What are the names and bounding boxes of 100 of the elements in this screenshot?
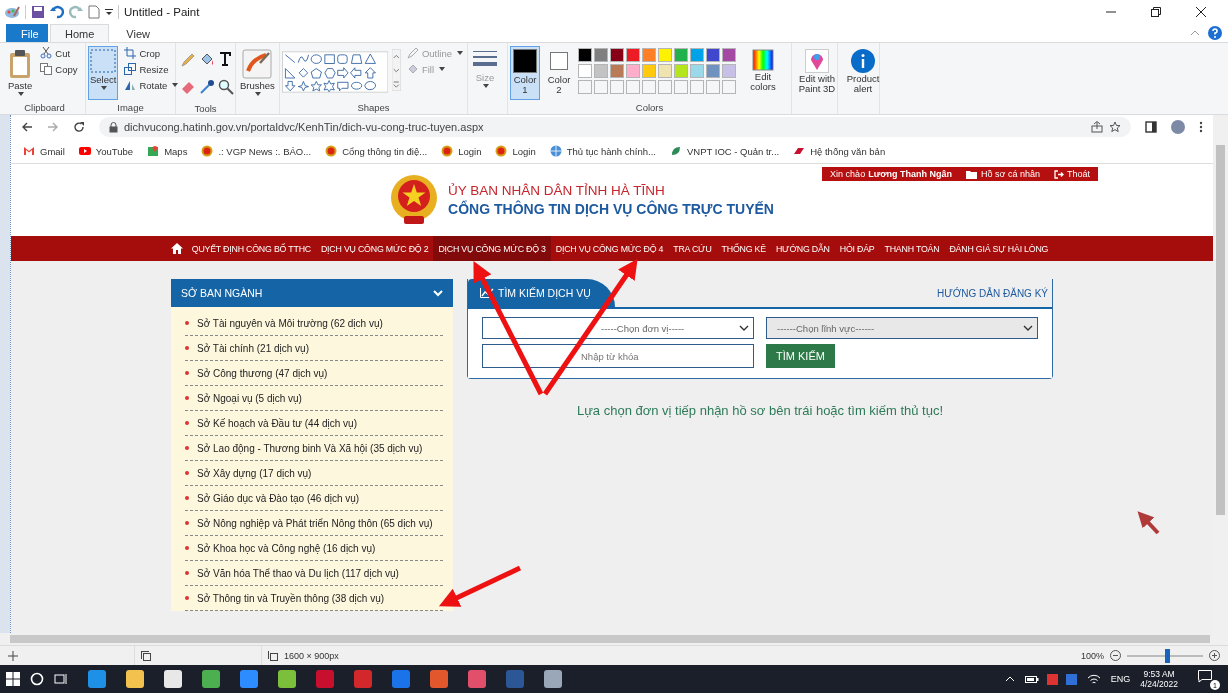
color-swatch[interactable] bbox=[674, 48, 688, 62]
text-icon[interactable] bbox=[218, 52, 232, 66]
help-icon[interactable] bbox=[1208, 26, 1222, 40]
color-2-button[interactable]: Color 2 bbox=[544, 46, 574, 100]
dropdown-icon[interactable] bbox=[105, 8, 113, 16]
bookmark[interactable]: Login bbox=[441, 145, 482, 157]
avatar-icon[interactable] bbox=[1171, 120, 1185, 134]
nav-item[interactable]: THANH TOÁN bbox=[879, 236, 945, 261]
home-icon[interactable] bbox=[170, 243, 183, 254]
empty-swatch[interactable] bbox=[642, 80, 656, 94]
department-link[interactable]: Sở Công thương (47 dịch vụ) bbox=[197, 367, 328, 379]
taskbar-app-icon[interactable] bbox=[354, 670, 372, 688]
color-1-button[interactable]: Color 1 bbox=[510, 46, 540, 100]
nav-item[interactable]: QUYẾT ĐỊNH CÔNG BỐ TTHC bbox=[186, 236, 316, 261]
tray-app-icon[interactable] bbox=[1065, 673, 1077, 685]
department-link[interactable]: Sở Giáo dục và Đào tạo (46 dịch vụ) bbox=[197, 492, 360, 504]
bookmark[interactable]: Cổng thông tin điệ... bbox=[325, 145, 428, 157]
paste-button[interactable]: Paste bbox=[6, 46, 35, 100]
color-swatch[interactable] bbox=[626, 64, 640, 78]
department-link[interactable]: Sở Ngoại vụ (5 dịch vụ) bbox=[197, 392, 302, 404]
restore-icon[interactable] bbox=[1151, 7, 1161, 17]
bookmark[interactable]: Maps bbox=[147, 145, 188, 157]
edit-colors-button[interactable]: Edit colors bbox=[740, 46, 786, 100]
vertical-scrollbar[interactable] bbox=[1213, 115, 1228, 633]
color-swatch[interactable] bbox=[642, 48, 656, 62]
bookmark[interactable]: YouTube bbox=[78, 145, 134, 157]
empty-swatch[interactable] bbox=[626, 80, 640, 94]
star-icon[interactable] bbox=[1109, 121, 1121, 133]
nav-item[interactable]: DỊCH VỤ CÔNG MỨC ĐỘ 3 bbox=[433, 236, 551, 261]
ribbon-tab[interactable]: File bbox=[6, 24, 48, 42]
edit-with-paint-3d-button[interactable]: Edit with Paint 3D bbox=[794, 46, 840, 100]
empty-swatch[interactable] bbox=[610, 80, 624, 94]
zoom-slider-thumb[interactable] bbox=[1164, 648, 1170, 663]
ribbon-tab[interactable]: View bbox=[111, 24, 165, 42]
nav-item[interactable]: TRA CỨU bbox=[668, 236, 717, 261]
sidebar-header[interactable]: SỞ BAN NGÀNH bbox=[171, 279, 453, 307]
horizontal-scrollbar[interactable] bbox=[0, 633, 1228, 645]
color-swatch[interactable] bbox=[674, 64, 688, 78]
bookmark[interactable]: Thủ tục hành chính... bbox=[549, 145, 656, 157]
color-swatch[interactable] bbox=[626, 48, 640, 62]
reload-icon[interactable] bbox=[73, 121, 85, 133]
bookmark[interactable]: Hệ thống văn bản bbox=[793, 145, 886, 157]
color-swatch[interactable] bbox=[706, 48, 720, 62]
resize-button[interactable]: Resize bbox=[122, 62, 181, 76]
zoom-out-icon[interactable] bbox=[1110, 650, 1121, 661]
logout-link[interactable]: Thoát bbox=[1054, 169, 1090, 179]
close-icon[interactable] bbox=[1196, 7, 1206, 17]
zoom-in-icon[interactable] bbox=[1209, 650, 1220, 661]
wifi-icon[interactable] bbox=[1086, 673, 1101, 685]
taskbar-app-icon[interactable] bbox=[126, 670, 144, 688]
cut-button[interactable]: Cut bbox=[38, 46, 80, 60]
department-link[interactable]: Sở Tài chính (21 dịch vụ) bbox=[197, 342, 309, 354]
taskbar-app-icon[interactable] bbox=[506, 670, 524, 688]
empty-swatch[interactable] bbox=[658, 80, 672, 94]
department-link[interactable]: Sở Khoa học và Công nghệ (16 dịch vụ) bbox=[197, 542, 376, 554]
clock[interactable]: 9:53 AM 4/24/2022 bbox=[1140, 669, 1178, 689]
chevron-up-icon[interactable] bbox=[1004, 676, 1015, 682]
product-alert-button[interactable]: Product alert bbox=[840, 46, 886, 100]
taskbar-app-icon[interactable] bbox=[164, 670, 182, 688]
battery-icon[interactable] bbox=[1024, 674, 1039, 684]
menu-icon[interactable] bbox=[1199, 121, 1203, 133]
keyword-input[interactable]: Nhập từ khóa bbox=[482, 344, 754, 368]
nav-item[interactable]: DỊCH VỤ CÔNG MỨC ĐỘ 4 bbox=[550, 236, 669, 261]
rotate-button[interactable]: Rotate bbox=[122, 78, 181, 92]
empty-swatch[interactable] bbox=[674, 80, 688, 94]
color-swatch[interactable] bbox=[610, 48, 624, 62]
department-link[interactable]: Sở Kế hoạch và Đầu tư (44 dịch vụ) bbox=[197, 417, 357, 429]
field-select[interactable]: ------Chọn lĩnh vực------ bbox=[766, 317, 1038, 339]
chevron-down-icon[interactable] bbox=[433, 289, 443, 297]
nav-item[interactable]: ĐÁNH GIÁ SỰ HÀI LÒNG bbox=[944, 236, 1054, 261]
color-swatch[interactable] bbox=[722, 48, 736, 62]
empty-swatch[interactable] bbox=[578, 80, 592, 94]
department-link[interactable]: Sở Nông nghiệp và Phát triển Nông thôn (65 dịch vụ) bbox=[197, 517, 433, 529]
select-button[interactable]: Select bbox=[88, 46, 119, 100]
share-icon[interactable] bbox=[1091, 121, 1103, 133]
color-swatch[interactable] bbox=[690, 48, 704, 62]
color-swatch[interactable] bbox=[722, 64, 736, 78]
taskbar-app-icon[interactable] bbox=[88, 670, 106, 688]
nav-item[interactable]: HỎI ĐÁP bbox=[834, 236, 880, 261]
new-file-icon[interactable] bbox=[88, 5, 100, 19]
color-swatch[interactable] bbox=[642, 64, 656, 78]
register-guide-link[interactable]: HƯỚNG DẪN ĐĂNG KÝ bbox=[937, 287, 1052, 299]
gallery-scroll-icon[interactable] bbox=[392, 46, 401, 94]
color-swatch[interactable] bbox=[690, 64, 704, 78]
forward-icon[interactable] bbox=[47, 121, 59, 133]
color-picker-icon[interactable] bbox=[199, 78, 215, 95]
unit-select[interactable]: -----Chọn đơn vị----- bbox=[482, 317, 754, 339]
windows-start-icon[interactable] bbox=[6, 672, 20, 686]
shapes-gallery[interactable] bbox=[282, 48, 389, 96]
fill-bucket-icon[interactable] bbox=[199, 52, 215, 68]
taskbar-app-icon[interactable] bbox=[202, 670, 220, 688]
department-link[interactable]: Sở Tài nguyên và Môi trường (62 dịch vụ) bbox=[197, 317, 383, 329]
copy-button[interactable]: Copy bbox=[38, 62, 80, 76]
color-swatch[interactable] bbox=[658, 64, 672, 78]
taskbar-app-icon[interactable] bbox=[392, 670, 410, 688]
bookmark[interactable]: .: VGP News :. BÁO... bbox=[201, 145, 312, 157]
search-tab[interactable]: TÌM KIẾM DỊCH VỤ bbox=[468, 279, 615, 307]
taskbar-app-icon[interactable] bbox=[278, 670, 296, 688]
taskbar-app-icon[interactable] bbox=[316, 670, 334, 688]
color-swatch[interactable] bbox=[610, 64, 624, 78]
